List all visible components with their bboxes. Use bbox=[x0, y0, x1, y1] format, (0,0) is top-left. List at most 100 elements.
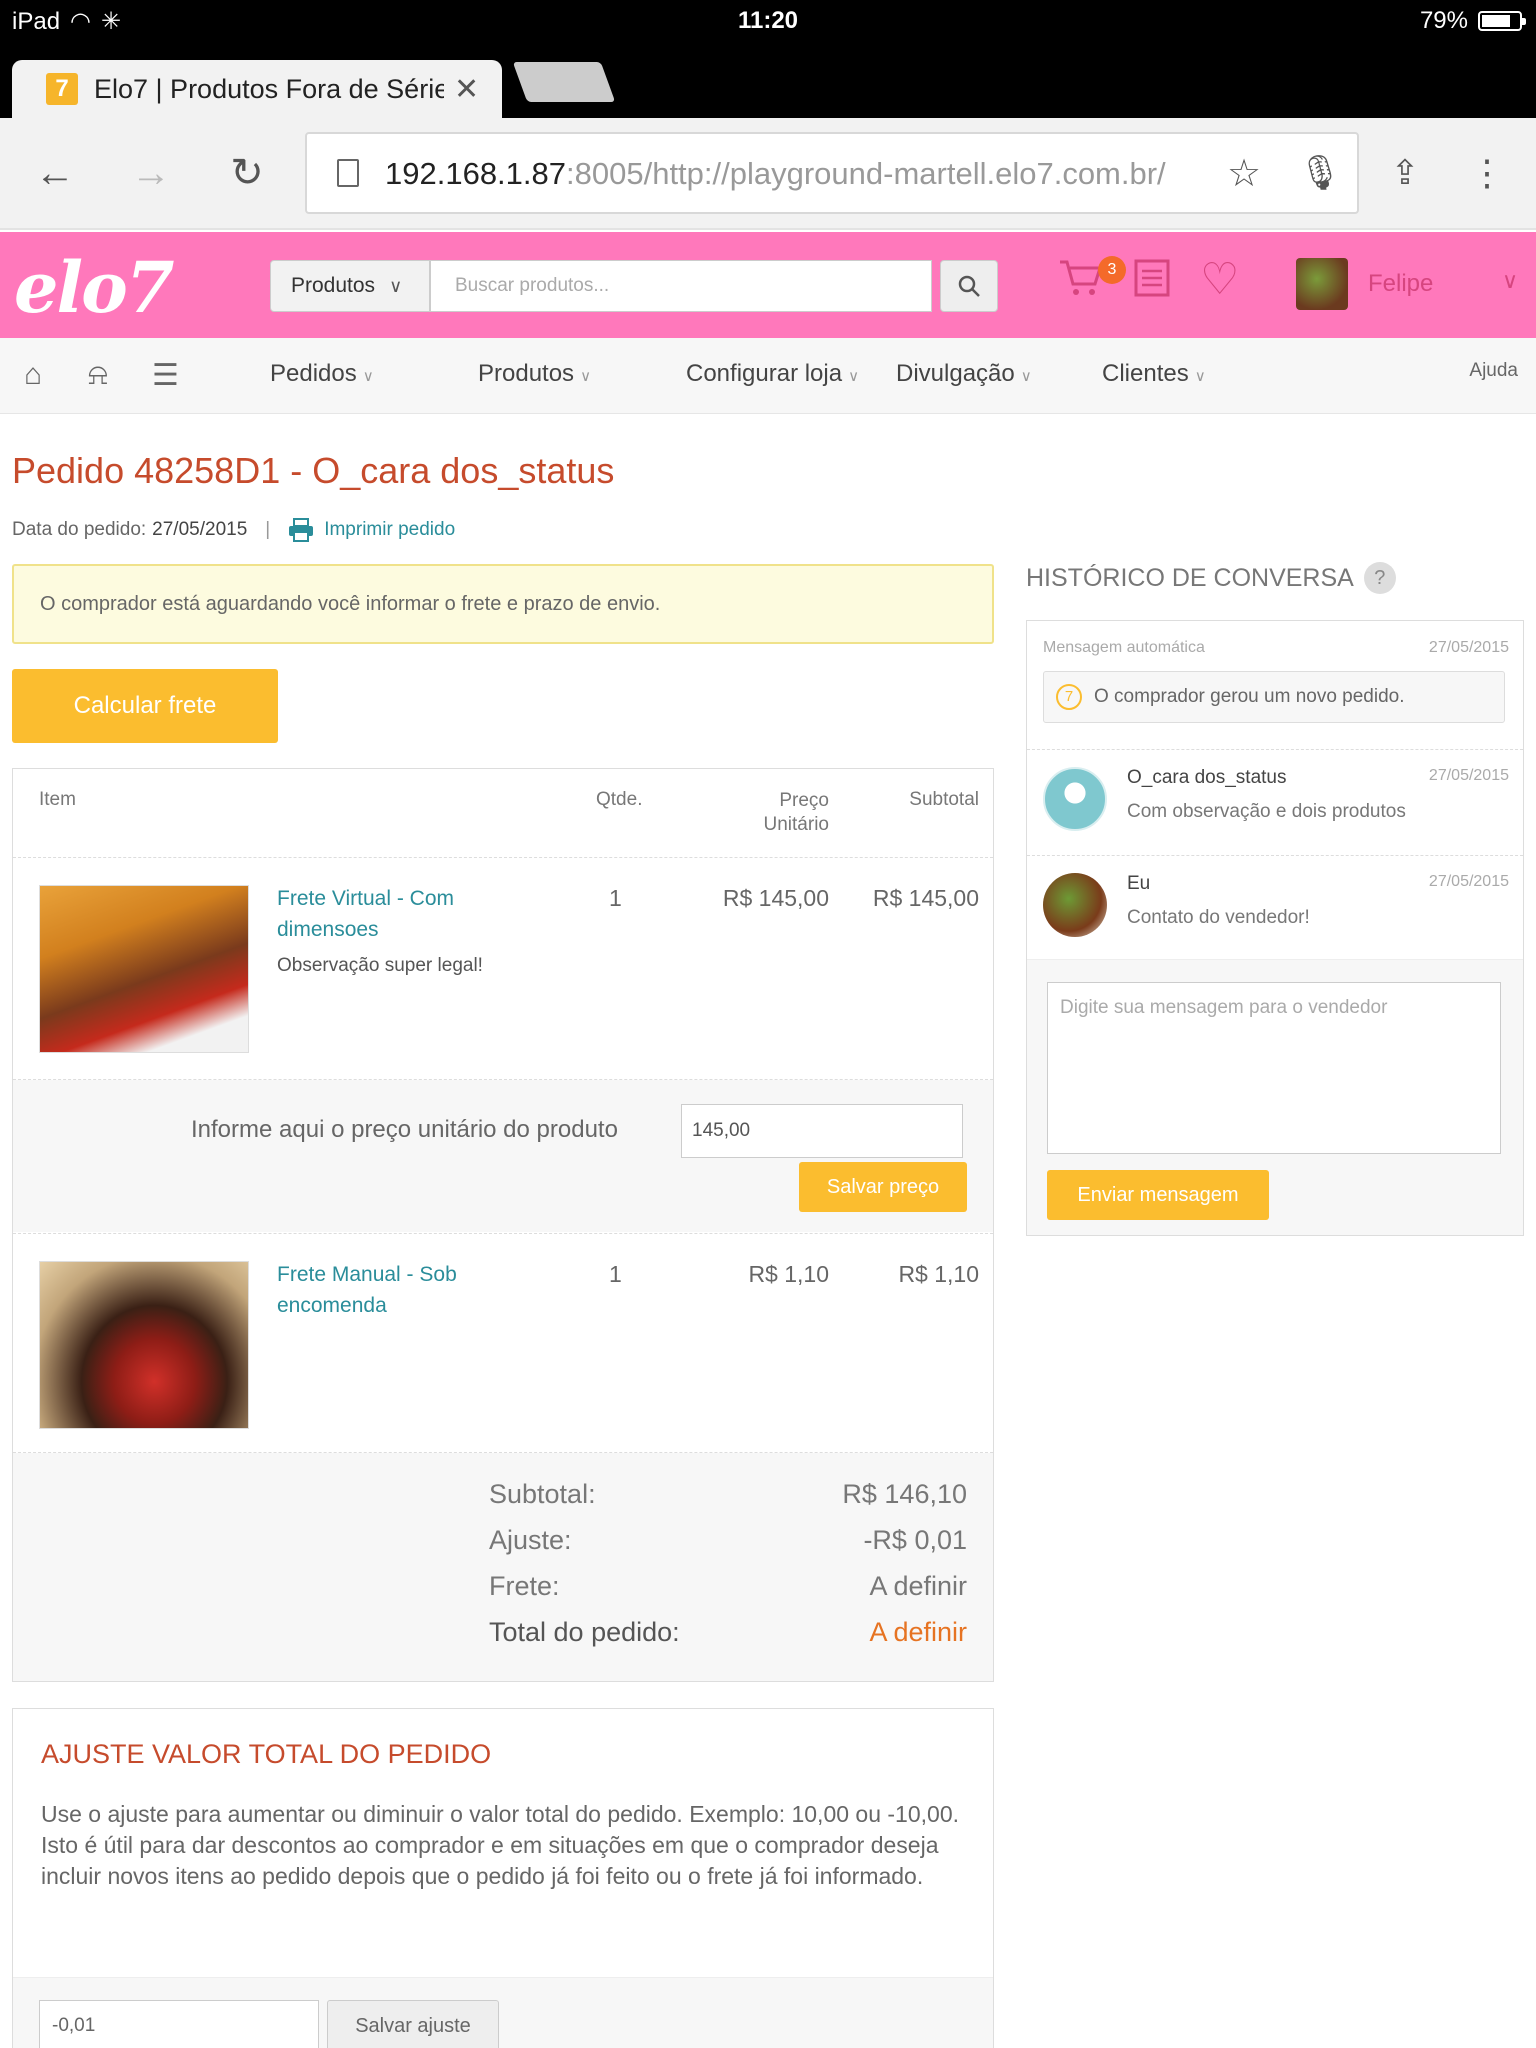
orders-list-icon[interactable] bbox=[1134, 258, 1170, 308]
subtotal-label: Subtotal: bbox=[489, 1479, 596, 1509]
message-textarea[interactable]: Digite sua mensagem para o vendedor bbox=[1047, 982, 1501, 1154]
chat-history: Mensagem automática 27/05/2015 7 O compr… bbox=[1026, 620, 1524, 1236]
message-text: Com observação e dois produtos bbox=[1127, 801, 1406, 822]
user-name[interactable]: Felipe bbox=[1368, 270, 1433, 298]
search-button[interactable] bbox=[940, 260, 998, 312]
browser-toolbar: ← → ↻ 192.168.1.87:8005/http://playgroun… bbox=[0, 118, 1536, 230]
new-tab-button[interactable] bbox=[512, 62, 616, 102]
subtotal-value: R$ 146,10 bbox=[842, 1479, 967, 1509]
store-icon[interactable]: ⌂ bbox=[24, 358, 42, 392]
cart-icon[interactable] bbox=[1058, 258, 1104, 308]
battery-icon bbox=[1478, 11, 1526, 31]
product-image[interactable] bbox=[39, 885, 249, 1053]
category-select[interactable]: Produtos ∨ bbox=[270, 260, 430, 312]
message-date: 27/05/2015 bbox=[1428, 873, 1509, 890]
nav-divulgacao[interactable]: Divulgação ∨ bbox=[896, 360, 1032, 388]
product-image[interactable] bbox=[39, 1261, 249, 1429]
adjustment-form: -0,01 Salvar ajuste bbox=[13, 1977, 993, 2048]
hamburger-menu-icon[interactable]: ☰ bbox=[152, 358, 179, 393]
save-price-button[interactable]: Salvar preço bbox=[799, 1162, 967, 1212]
message-author: O_cara dos_status bbox=[1127, 767, 1287, 788]
adjustment-input[interactable]: -0,01 bbox=[39, 2000, 319, 2048]
chevron-down-icon: ∨ bbox=[580, 368, 592, 385]
microphone-icon[interactable]: 🎙 bbox=[1295, 148, 1345, 198]
column-header-unit-price: Preço Unitário bbox=[763, 790, 829, 835]
divider: | bbox=[265, 519, 271, 540]
product-unit-price: R$ 145,00 bbox=[722, 885, 829, 911]
seller-avatar bbox=[1043, 873, 1107, 937]
search-icon bbox=[958, 275, 980, 297]
forward-arrow-icon[interactable]: → bbox=[126, 148, 176, 198]
order-date-label: Data do pedido: bbox=[12, 519, 147, 540]
bookmark-star-icon[interactable]: ☆ bbox=[1219, 148, 1269, 198]
help-link[interactable]: Ajuda bbox=[1469, 360, 1518, 382]
notification-bell-icon[interactable]: ⍾ bbox=[88, 358, 108, 392]
buyer-avatar bbox=[1043, 767, 1107, 831]
product-name-link[interactable]: Frete Manual - Sob encomenda bbox=[277, 1259, 507, 1321]
adjustment-title: AJUSTE VALOR TOTAL DO PEDIDO bbox=[41, 1739, 492, 1769]
shipping-alert: O comprador está aguardando você informa… bbox=[12, 564, 994, 644]
shipping-value: A definir bbox=[869, 1571, 967, 1601]
browser-tab-strip: 7 Elo7 | Produtos Fora de Série ✕ bbox=[0, 42, 1536, 118]
order-items-table: Item Qtde. Preço Unitário Subtotal Frete… bbox=[12, 768, 994, 1682]
close-tab-icon[interactable]: ✕ bbox=[454, 72, 479, 107]
reload-icon[interactable]: ↻ bbox=[222, 148, 272, 198]
auto-message-label: Mensagem automática bbox=[1043, 639, 1205, 656]
column-header-subtotal: Subtotal bbox=[909, 789, 979, 810]
product-qty: 1 bbox=[609, 885, 622, 911]
search-input[interactable]: Buscar produtos... bbox=[430, 260, 932, 312]
printer-icon[interactable] bbox=[288, 518, 314, 542]
calculate-shipping-button[interactable]: Calcular frete bbox=[12, 669, 278, 743]
clock: 11:20 bbox=[737, 7, 799, 34]
nav-clientes[interactable]: Clientes ∨ bbox=[1102, 360, 1206, 388]
browser-tab[interactable]: 7 Elo7 | Produtos Fora de Série ✕ bbox=[12, 60, 502, 118]
product-name-link[interactable]: Frete Virtual - Com dimensoes bbox=[277, 883, 507, 945]
help-question-icon[interactable]: ? bbox=[1363, 562, 1396, 594]
chevron-down-icon: ∨ bbox=[389, 275, 403, 296]
message-date: 27/05/2015 bbox=[1428, 639, 1509, 656]
elo7-favicon-icon: 7 bbox=[46, 73, 78, 105]
menu-dots-icon[interactable]: ⋮ bbox=[1462, 148, 1512, 198]
message-text: Contato do vendedor! bbox=[1127, 907, 1310, 928]
save-adjustment-button[interactable]: Salvar ajuste bbox=[327, 2000, 499, 2048]
tab-title: Elo7 | Produtos Fora de Série bbox=[94, 73, 444, 104]
status-bar: iPad ◠ ✳ 11:20 79% bbox=[0, 0, 1536, 42]
product-qty: 1 bbox=[609, 1261, 622, 1287]
column-header-qty: Qtde. bbox=[596, 789, 643, 810]
nav-configurar-loja[interactable]: Configurar loja ∨ bbox=[686, 360, 859, 388]
total-label: Total do pedido: bbox=[489, 1617, 680, 1647]
product-subtotal: R$ 145,00 bbox=[872, 885, 979, 911]
site-header: elo7 Produtos ∨ Buscar produtos... ♡ Feli… bbox=[0, 232, 1536, 338]
elo7-logo[interactable]: elo7 bbox=[14, 246, 175, 329]
total-value: A definir bbox=[869, 1617, 967, 1647]
favorites-heart-icon[interactable]: ♡ bbox=[1200, 254, 1239, 305]
nav-pedidos[interactable]: Pedidos ∨ bbox=[270, 360, 374, 388]
order-adjustment-panel: AJUSTE VALOR TOTAL DO PEDIDO Use o ajust… bbox=[12, 1708, 994, 2048]
message-author: Eu bbox=[1127, 873, 1151, 894]
share-icon[interactable]: ⇪ bbox=[1380, 148, 1430, 198]
send-message-button[interactable]: Enviar mensagem bbox=[1047, 1170, 1269, 1220]
order-totals: Subtotal: R$ 146,10 Ajuste: -R$ 0,01 Fre… bbox=[13, 1453, 993, 1681]
back-arrow-icon[interactable]: ← bbox=[30, 148, 80, 198]
order-meta: Data do pedido: 27/05/2015 | Imprimir pe… bbox=[12, 518, 455, 542]
battery-level bbox=[1482, 15, 1511, 27]
order-date: 27/05/2015 bbox=[152, 519, 248, 540]
user-menu-chevron-icon[interactable]: ∨ bbox=[1502, 268, 1518, 294]
row-divider bbox=[13, 1233, 993, 1234]
chevron-down-icon: ∨ bbox=[362, 368, 374, 385]
user-avatar[interactable] bbox=[1296, 258, 1348, 310]
unit-price-input[interactable]: 145,00 bbox=[681, 1104, 963, 1158]
chevron-down-icon: ∨ bbox=[1194, 368, 1206, 385]
nav-produtos[interactable]: Produtos ∨ bbox=[478, 360, 591, 388]
address-bar[interactable]: 192.168.1.87:8005/http://playground-mart… bbox=[305, 132, 1359, 214]
column-header-item: Item bbox=[39, 789, 76, 810]
unit-price-label: Informe aqui o preço unitário do produto bbox=[191, 1116, 618, 1143]
adjust-label: Ajuste: bbox=[489, 1525, 572, 1555]
adjustment-description: Use o ajuste para aumentar ou diminuir o… bbox=[41, 1801, 960, 1889]
shipping-label: Frete: bbox=[489, 1571, 560, 1601]
chat-history-title: HISTÓRICO DE CONVERSA ? bbox=[1026, 562, 1396, 594]
url-text[interactable]: 192.168.1.87:8005/http://playground-mart… bbox=[385, 156, 1205, 192]
unit-price-editor: Informe aqui o preço unitário do produto… bbox=[13, 1080, 993, 1232]
print-order-link[interactable]: Imprimir pedido bbox=[324, 519, 455, 541]
product-subtotal: R$ 1,10 bbox=[898, 1261, 979, 1287]
